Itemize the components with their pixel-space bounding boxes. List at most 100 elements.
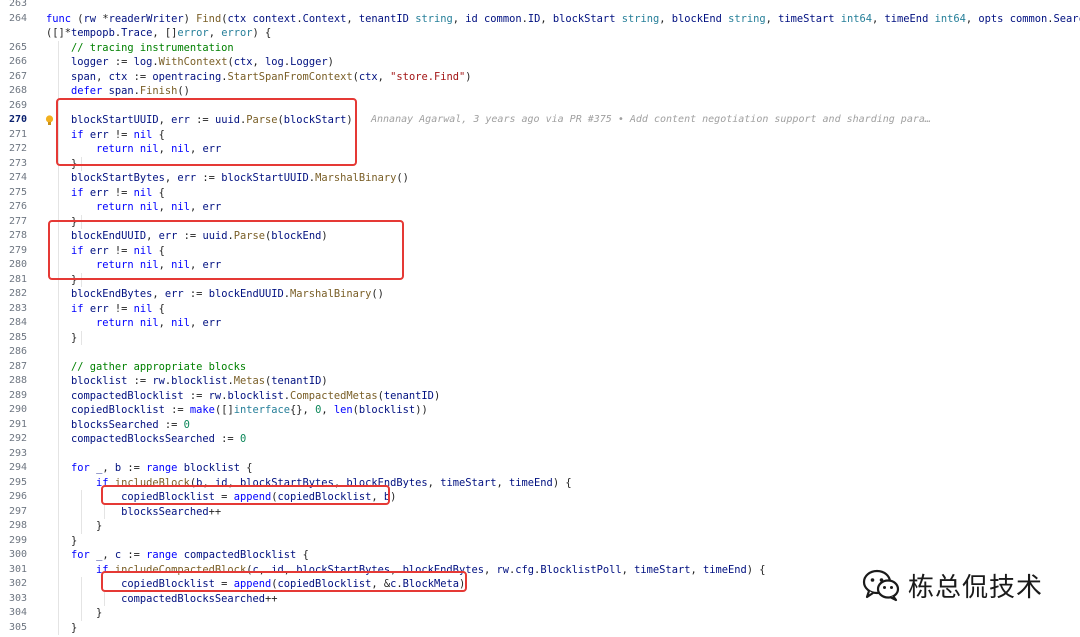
code-text: } — [46, 621, 78, 634]
code-line[interactable]: 298 } — [0, 519, 1080, 534]
line-number: 281 — [8, 273, 27, 285]
code-line[interactable]: 300 for _, c := range compactedBlocklist… — [0, 548, 1080, 563]
code-line[interactable]: 293 — [0, 447, 1080, 462]
code-line[interactable]: 297 blocksSearched++ — [0, 505, 1080, 520]
indent-guide — [81, 577, 82, 621]
line-number: 292 — [8, 433, 27, 444]
line-number: 263 — [8, 0, 27, 9]
line-number: 286 — [8, 346, 27, 357]
indent-guide — [81, 330, 82, 345]
code-text: if err != nil { — [71, 302, 165, 315]
highlight-box-block-start — [56, 98, 357, 166]
line-number: 295 — [8, 476, 27, 488]
code-editor[interactable]: 263 264 func (rw *readerWriter) Find(ctx c… — [0, 0, 1080, 637]
line-number: 276 — [8, 201, 27, 212]
code-text: return nil, nil, err — [96, 201, 222, 213]
line-number: 291 — [8, 418, 27, 430]
code-line[interactable]: 292 compactedBlocksSearched := 0 — [0, 432, 1080, 447]
code-line[interactable]: 304 } — [0, 606, 1080, 621]
code-line[interactable]: 287 // gather appropriate blocks — [0, 360, 1080, 375]
line-number: 287 — [8, 360, 27, 372]
highlight-box-append-c — [101, 571, 467, 592]
code-line[interactable]: 267 span, ctx := opentracing.StartSpanFr… — [0, 70, 1080, 85]
line-number: 296 — [8, 491, 27, 502]
line-number: 270 — [8, 114, 27, 125]
line-number: 289 — [8, 389, 27, 401]
code-line[interactable]: 276 return nil, nil, err — [0, 200, 1080, 215]
lightbulb-icon[interactable] — [45, 115, 54, 126]
code-line[interactable]: 288 blocklist := rw.blocklist.Metas(tena… — [0, 374, 1080, 389]
line-number: 280 — [8, 259, 27, 270]
line-number: 274 — [8, 172, 27, 183]
code-line[interactable]: ([]*tempopb.Trace, []error, error) { — [0, 26, 1080, 41]
line-number: 273 — [8, 157, 27, 169]
line-number: 271 — [8, 128, 27, 140]
line-number: 265 — [8, 41, 27, 53]
code-text: blocklist := rw.blocklist.Metas(tenantID… — [71, 375, 328, 387]
code-text: blocksSearched := 0 — [71, 418, 190, 431]
code-text: logger := log.WithContext(ctx, log.Logge… — [71, 56, 334, 68]
git-blame-annotation[interactable]: Annanay Agarwal, 3 years ago via PR #375… — [371, 113, 931, 128]
line-number: 300 — [8, 549, 27, 560]
code-text: compactedBlocklist := rw.blocklist.Compa… — [71, 389, 441, 402]
line-number: 277 — [8, 215, 27, 227]
code-line[interactable]: 266 logger := log.WithContext(ctx, log.L… — [0, 55, 1080, 70]
code-line[interactable]: 285 } — [0, 331, 1080, 346]
code-text: compactedBlocksSearched := 0 — [71, 433, 247, 445]
line-number: 264 — [8, 12, 27, 24]
line-number: 302 — [8, 578, 27, 589]
line-number: 279 — [8, 244, 27, 256]
line-number: 293 — [8, 447, 27, 459]
line-number: 290 — [8, 404, 27, 415]
code-line[interactable]: 286 — [0, 345, 1080, 360]
code-text: // tracing instrumentation — [71, 41, 234, 54]
watermark-text: 栋总侃技术 — [908, 572, 1044, 603]
code-line[interactable]: 282 blockEndBytes, err := blockEndUUID.M… — [0, 287, 1080, 302]
line-number: 272 — [8, 143, 27, 154]
indent-guide — [104, 591, 105, 606]
code-text: span, ctx := opentracing.StartSpanFromCo… — [71, 70, 472, 83]
code-line[interactable]: 275 if err != nil { — [0, 186, 1080, 201]
code-line[interactable]: 268 defer span.Finish() — [0, 84, 1080, 99]
code-line[interactable]: 264 func (rw *readerWriter) Find(ctx cont… — [0, 12, 1080, 27]
line-number: 282 — [8, 288, 27, 299]
code-line[interactable]: 274 blockStartBytes, err := blockStartUU… — [0, 171, 1080, 186]
line-number: 288 — [8, 375, 27, 386]
code-text: copiedBlocklist := make([]interface{}, 0… — [71, 404, 428, 416]
line-number: 267 — [8, 70, 27, 82]
watermark: 栋总侃技术 — [862, 566, 1043, 604]
code-line[interactable]: 299 } — [0, 534, 1080, 549]
line-number: 284 — [8, 317, 27, 328]
line-number: 301 — [8, 563, 27, 575]
code-line[interactable]: 305 } — [0, 621, 1080, 636]
code-line[interactable]: 290 copiedBlocklist := make([]interface{… — [0, 403, 1080, 418]
line-number: 275 — [8, 186, 27, 198]
line-number: 278 — [8, 230, 27, 241]
line-number: 305 — [8, 621, 27, 633]
code-text: } — [46, 607, 103, 619]
line-number: 303 — [8, 592, 27, 604]
code-line[interactable]: 265 // tracing instrumentation — [0, 41, 1080, 56]
code-text: for _, b := range blocklist { — [71, 462, 253, 474]
code-text: ([]*tempopb.Trace, []error, error) { — [46, 27, 272, 39]
line-number: 283 — [8, 302, 27, 314]
code-line[interactable]: 283 if err != nil { — [0, 302, 1080, 317]
code-text: } — [46, 534, 78, 547]
indent-guide — [104, 504, 105, 519]
line-number: 269 — [8, 99, 27, 111]
line-number: 304 — [8, 607, 27, 618]
code-text: } — [46, 520, 103, 532]
code-text: for _, c := range compactedBlocklist { — [71, 549, 309, 561]
code-line[interactable]: 294 for _, b := range blocklist { — [0, 461, 1080, 476]
line-number: 297 — [8, 505, 27, 517]
code-text: return nil, nil, err — [96, 317, 222, 329]
line-number: 285 — [8, 331, 27, 343]
code-line[interactable]: 291 blocksSearched := 0 — [0, 418, 1080, 433]
code-line[interactable]: 263 — [0, 0, 1080, 12]
code-text: defer span.Finish() — [71, 85, 190, 97]
code-line[interactable]: 284 return nil, nil, err — [0, 316, 1080, 331]
code-line[interactable]: 289 compactedBlocklist := rw.blocklist.C… — [0, 389, 1080, 404]
code-text: func (rw *readerWriter) Find(ctx context… — [46, 12, 1080, 25]
line-number: 268 — [8, 85, 27, 96]
indent-guide — [81, 490, 82, 534]
